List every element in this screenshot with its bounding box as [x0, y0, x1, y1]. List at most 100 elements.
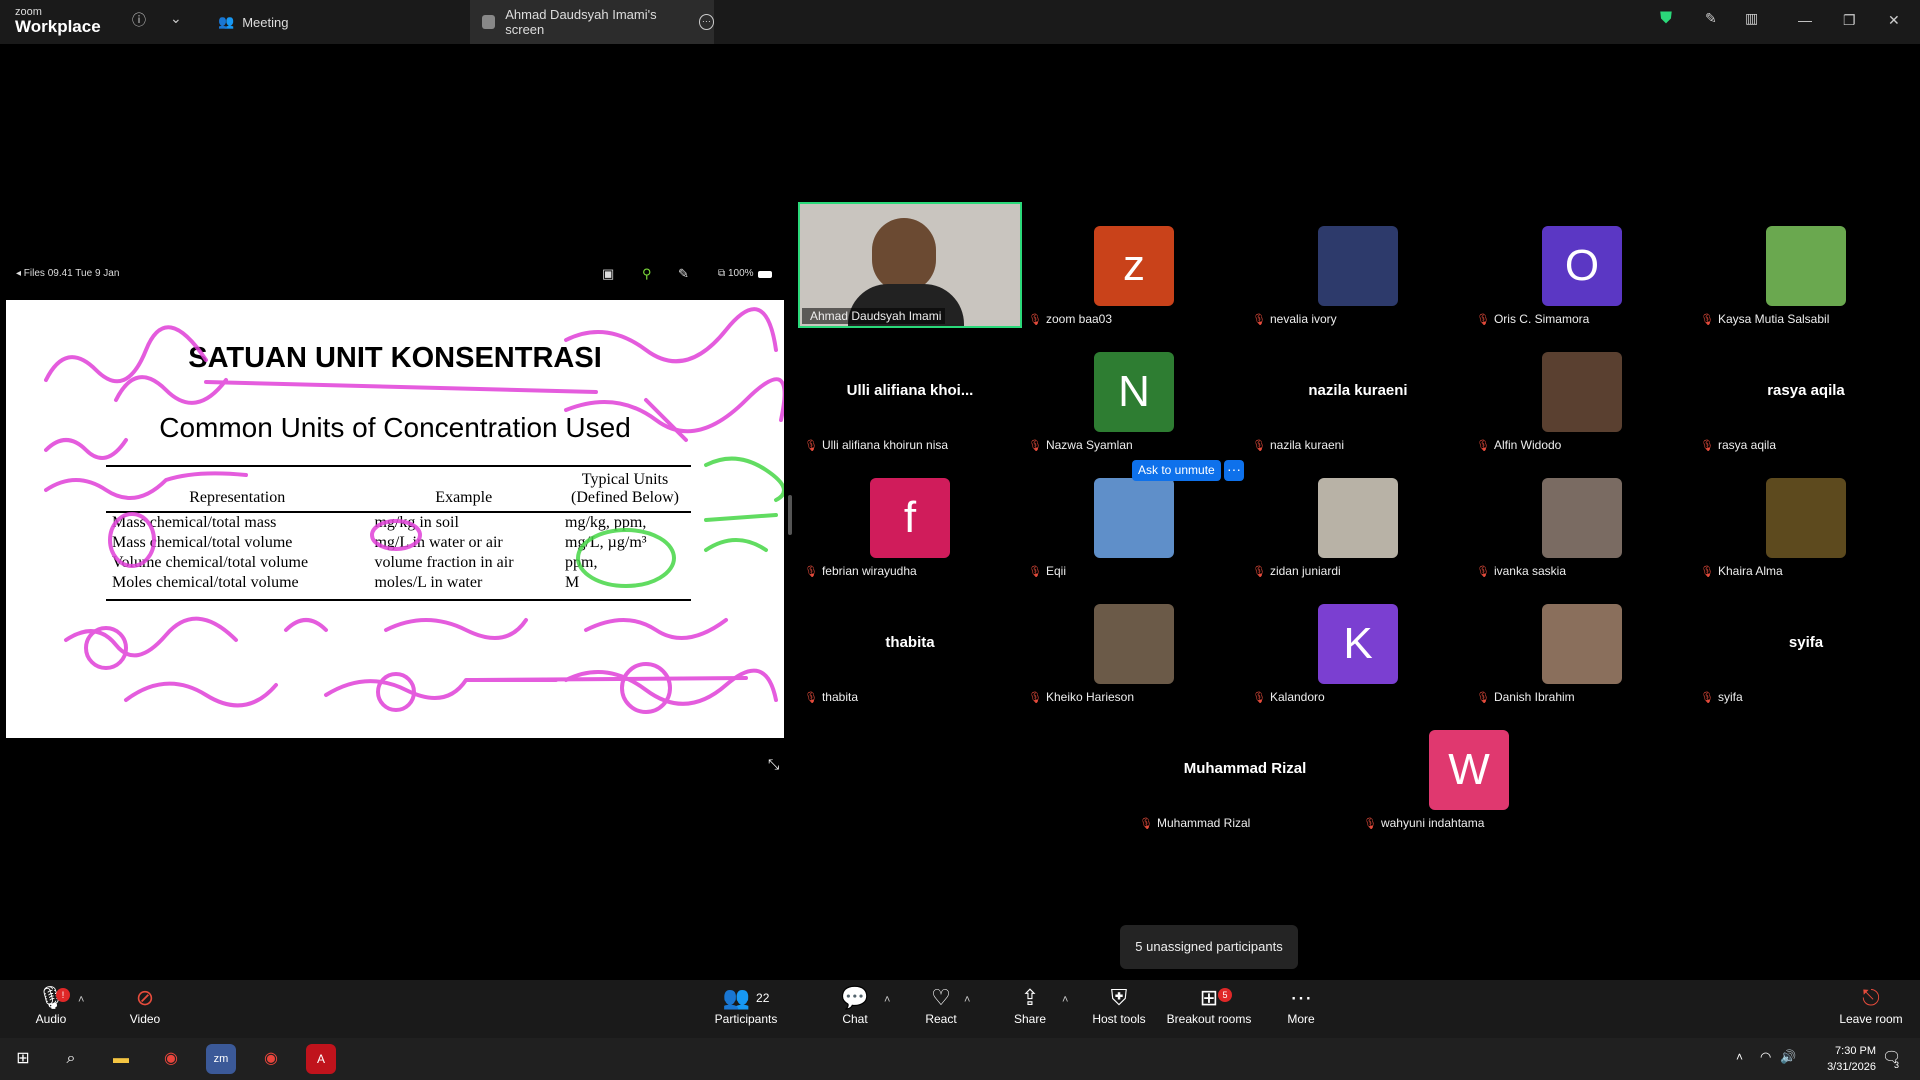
- react-button[interactable]: ♡ React: [896, 980, 986, 1038]
- shield-check-icon[interactable]: ⛊: [1660, 10, 1672, 28]
- wifi-icon[interactable]: ◠: [1760, 1049, 1771, 1065]
- participant-tile[interactable]: thabita 🎙 thabita: [798, 580, 1022, 706]
- audio-label: Audio: [35, 1012, 67, 1026]
- pen-icon: ✎: [678, 266, 689, 281]
- breakout-rooms-button[interactable]: ⊞ Breakout rooms 5: [1162, 980, 1256, 1038]
- view-layout-icon[interactable]: ▥: [1745, 10, 1758, 27]
- chevron-down-icon[interactable]: ⌄: [170, 10, 182, 27]
- participant-name: zidan juniardi: [1269, 564, 1341, 578]
- participants-label: Participants: [714, 1012, 778, 1026]
- participant-name-label: 🎙 rasya aqila: [1700, 438, 1776, 452]
- participant-tile[interactable]: 🎙 nevalia ivory: [1246, 202, 1470, 328]
- participant-name-label: 🎙 nevalia ivory: [1252, 312, 1337, 326]
- host-tools-button[interactable]: ⛨ Host tools: [1074, 980, 1164, 1038]
- system-clock[interactable]: 7:30 PM 3/31/2026: [1827, 1043, 1876, 1075]
- participant-name: Nazwa Syamlan: [1045, 438, 1133, 452]
- participant-tile[interactable]: 🎙 Kheiko Harieson: [1022, 580, 1246, 706]
- close-icon[interactable]: ✕: [1888, 12, 1900, 29]
- participant-tile[interactable]: N 🎙 Nazwa Syamlan: [1022, 328, 1246, 454]
- participant-tile[interactable]: Ahmad Daudsyah Imami: [798, 202, 1022, 328]
- more-icon: ⋯: [1290, 985, 1312, 1010]
- participant-name-label: 🎙 Kaysa Mutia Salsabil: [1700, 312, 1829, 326]
- tray-chevron-icon[interactable]: ˄: [1736, 1050, 1743, 1064]
- participant-more-options-button[interactable]: ···: [1224, 460, 1244, 481]
- restore-icon[interactable]: ❐: [1843, 12, 1856, 29]
- participant-name: wahyuni indahtama: [1380, 816, 1485, 830]
- share-options-caret[interactable]: ˄: [1062, 994, 1068, 1006]
- participant-name-label: 🎙 zoom baa03: [1028, 312, 1112, 326]
- participant-photo: [1766, 478, 1846, 558]
- video-button[interactable]: ⊘ Video: [100, 980, 190, 1038]
- volume-icon[interactable]: 🔊: [1780, 1049, 1796, 1065]
- share-label: Share: [1013, 1012, 1047, 1026]
- participant-tile[interactable]: 🎙 ivanka saskia: [1470, 454, 1694, 580]
- participant-tile[interactable]: 🎙 Kaysa Mutia Salsabil: [1694, 202, 1918, 328]
- participant-tile[interactable]: Ulli alifiana khoi... 🎙 Ulli alifiana khoi…: [798, 328, 1022, 454]
- tab-meeting[interactable]: 👥 Meeting: [218, 0, 288, 44]
- presentation-slide: SATUAN UNIT KONSENTRASI Common Units of …: [6, 300, 784, 738]
- participant-display-name: thabita: [885, 634, 935, 651]
- resize-handle-icon[interactable]: ⤡: [768, 756, 779, 773]
- pdf-reader-icon[interactable]: A: [306, 1044, 336, 1074]
- highlighter-icon: ⚲: [642, 266, 652, 281]
- react-options-caret[interactable]: ˄: [964, 994, 970, 1006]
- shared-device-status-bar: ◂ Files 09.41 Tue 9 Jan ▣ ⚲ ✎ ⧉ 100%: [6, 262, 784, 300]
- ask-to-unmute-button[interactable]: Ask to unmute: [1132, 460, 1221, 481]
- participant-tile[interactable]: syifa 🎙 syifa: [1694, 580, 1918, 706]
- participant-tile[interactable]: K 🎙 Kalandoro: [1246, 580, 1470, 706]
- leave-room-icon: ⎋: [1862, 985, 1880, 1010]
- participant-name-label: Ahmad Daudsyah Imami: [802, 308, 946, 324]
- split-view-divider[interactable]: [788, 495, 792, 535]
- clock-date: 3/31/2026: [1827, 1061, 1876, 1073]
- zoom-app-icon[interactable]: zm: [206, 1044, 236, 1074]
- participant-display-name: Muhammad Rizal: [1183, 760, 1307, 777]
- participant-tile[interactable]: nazila kuraeni 🎙 nazila kuraeni: [1246, 328, 1470, 454]
- participants-icon: 👥 22: [722, 985, 770, 1010]
- chat-options-caret[interactable]: ˄: [884, 994, 890, 1006]
- screen-mirror-icon: ▣: [602, 266, 615, 281]
- chrome-icon[interactable]: ◉: [156, 1044, 186, 1074]
- annotate-pen-icon[interactable]: ✎: [1705, 10, 1717, 27]
- participant-name: Khaira Alma: [1717, 564, 1783, 578]
- audio-button[interactable]: 🎙 Audio !: [6, 980, 96, 1038]
- leave-room-button[interactable]: ⎋ Leave room: [1826, 980, 1916, 1038]
- share-button[interactable]: ⇪ Share: [985, 980, 1075, 1038]
- participants-button[interactable]: 👥 22 Participants: [700, 980, 792, 1038]
- participant-name-label: 🎙 ivanka saskia: [1476, 564, 1566, 578]
- tab-screen-share[interactable]: Ahmad Daudsyah Imami's screen ···: [470, 0, 715, 44]
- more-options-icon[interactable]: ···: [698, 14, 715, 30]
- mic-muted-icon: 🎙: [1476, 313, 1490, 326]
- participant-tile[interactable]: 🎙 Alfin Widodo: [1470, 328, 1694, 454]
- copy-icon: ⧉: [718, 268, 726, 279]
- participant-tile[interactable]: 🎙 Danish Ibrahim: [1470, 580, 1694, 706]
- participant-tile[interactable]: O 🎙 Oris C. Simamora: [1470, 202, 1694, 328]
- participant-avatar: f: [870, 478, 950, 558]
- participant-name: Kaysa Mutia Salsabil: [1717, 312, 1830, 326]
- chrome-profile-icon[interactable]: ◉: [256, 1044, 286, 1074]
- mic-muted-icon: 🎙: [1252, 439, 1266, 452]
- search-icon[interactable]: ⌕: [56, 1044, 86, 1074]
- mic-muted-icon: 🎙: [1028, 439, 1042, 452]
- participant-name: Oris C. Simamora: [1493, 312, 1590, 326]
- participant-photo: [1542, 604, 1622, 684]
- file-explorer-icon[interactable]: ▬: [106, 1044, 136, 1074]
- participant-tile[interactable]: W 🎙 wahyuni indahtama: [1357, 706, 1581, 832]
- zoom-workplace-logo: zoom Workplace: [15, 7, 101, 36]
- participant-tile[interactable]: Muhammad Rizal 🎙 Muhammad Rizal: [1133, 706, 1357, 832]
- mic-muted-icon: 🎙: [1476, 565, 1490, 578]
- more-button[interactable]: ⋯ More: [1256, 980, 1346, 1038]
- participant-tile[interactable]: f 🎙 febrian wirayudha: [798, 454, 1022, 580]
- audio-options-caret[interactable]: ˄: [78, 994, 84, 1006]
- windows-start-icon[interactable]: ⊞: [8, 1044, 38, 1074]
- participant-name-label: 🎙 Danish Ibrahim: [1476, 690, 1575, 704]
- participant-name-label: 🎙 thabita: [804, 690, 858, 704]
- chat-button[interactable]: 💬 Chat: [810, 980, 900, 1038]
- leave-room-label: Leave room: [1839, 1012, 1903, 1026]
- minimize-icon[interactable]: —: [1798, 12, 1812, 28]
- participant-tile[interactable]: 🎙 Khaira Alma: [1694, 454, 1918, 580]
- info-icon[interactable]: ⓘ: [132, 10, 146, 30]
- participant-tile[interactable]: z 🎙 zoom baa03: [1022, 202, 1246, 328]
- participant-tile[interactable]: 🎙 zidan juniardi: [1246, 454, 1470, 580]
- participant-tile[interactable]: rasya aqila 🎙 rasya aqila: [1694, 328, 1918, 454]
- participant-name: syifa: [1717, 690, 1743, 704]
